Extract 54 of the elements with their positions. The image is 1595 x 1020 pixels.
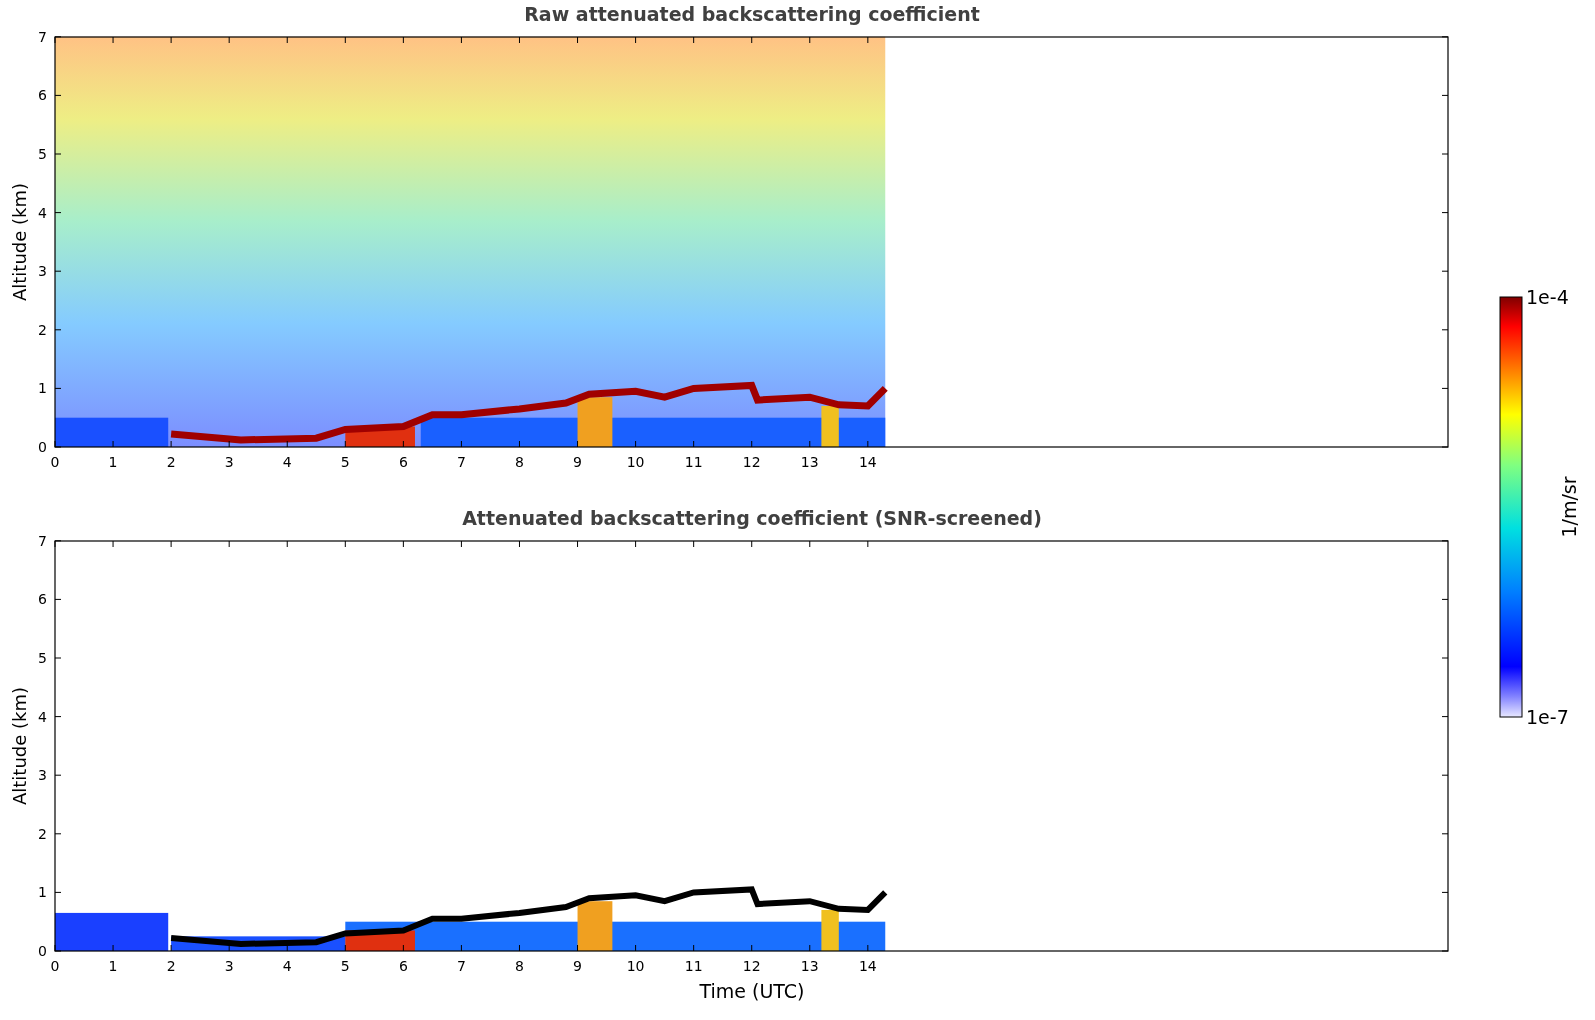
- colorbar-max-label: 1e-4: [1526, 286, 1569, 308]
- y-tick-label: 4: [38, 708, 47, 725]
- x-tick-label: 13: [800, 454, 819, 470]
- x-tick-label: 4: [282, 958, 292, 974]
- y-tick-label: 1: [38, 884, 47, 901]
- x-tick-label: 10: [626, 958, 645, 974]
- x-tick-label: 3: [224, 958, 234, 974]
- x-tick-label: 14: [858, 454, 877, 470]
- y-tick-label: 0: [38, 439, 47, 455]
- x-tick-label: 9: [573, 454, 582, 470]
- x-tick-label: 0: [50, 958, 60, 974]
- x-tick-label: 1: [108, 454, 118, 470]
- x-tick-label: 12: [742, 958, 761, 974]
- x-tick-label: 13: [800, 958, 819, 974]
- y-tick-label: 3: [38, 263, 47, 280]
- y-tick-label: 6: [38, 591, 47, 608]
- chart-title: Raw attenuated backscattering coefficient: [524, 3, 980, 25]
- x-tick-label: 5: [340, 958, 350, 974]
- x-tick-label: 11: [684, 958, 703, 974]
- x-tick-label: 14: [858, 958, 877, 974]
- x-tick-label: 7: [456, 958, 466, 974]
- y-tick-label: 5: [38, 650, 47, 666]
- x-tick-label: 11: [684, 454, 703, 470]
- x-tick-label: 8: [515, 958, 524, 974]
- x-tick-label: 6: [398, 958, 408, 974]
- x-tick-label: 12: [742, 454, 761, 470]
- x-tick-label: 2: [166, 958, 176, 974]
- x-tick-label: 2: [166, 454, 176, 470]
- y-tick-label: 4: [38, 204, 47, 221]
- y-tick-label: 7: [38, 532, 47, 549]
- y-axis-label: Altitude (km): [9, 686, 30, 806]
- x-tick-label: 4: [282, 454, 292, 470]
- x-tick-label: 8: [515, 454, 524, 470]
- x-tick-label: 1: [108, 958, 118, 974]
- y-tick-label: 3: [38, 767, 47, 784]
- chart-title: Attenuated backscattering coefficient (SNR-screened): [462, 507, 1042, 529]
- y-tick-label: 1: [38, 380, 47, 397]
- x-tick-label: 3: [224, 454, 234, 470]
- y-tick-label: 2: [38, 825, 47, 842]
- y-tick-label: 2: [38, 321, 47, 338]
- x-axis-label: Time (UTC): [699, 980, 805, 1002]
- y-axis-label: Altitude (km): [9, 182, 30, 302]
- x-tick-label: 9: [573, 958, 582, 974]
- x-tick-label: 0: [50, 454, 60, 470]
- y-tick-label: 5: [38, 146, 47, 162]
- colorbar-min-label: 1e-7: [1526, 706, 1569, 728]
- x-tick-label: 7: [456, 454, 466, 470]
- y-tick-label: 0: [38, 943, 47, 959]
- x-tick-label: 5: [340, 454, 350, 470]
- colorbar-label: 1/m/sr: [1558, 476, 1580, 538]
- x-tick-label: 10: [626, 454, 645, 470]
- x-tick-label: 6: [398, 454, 408, 470]
- y-tick-label: 7: [38, 28, 47, 45]
- y-tick-label: 6: [38, 87, 47, 104]
